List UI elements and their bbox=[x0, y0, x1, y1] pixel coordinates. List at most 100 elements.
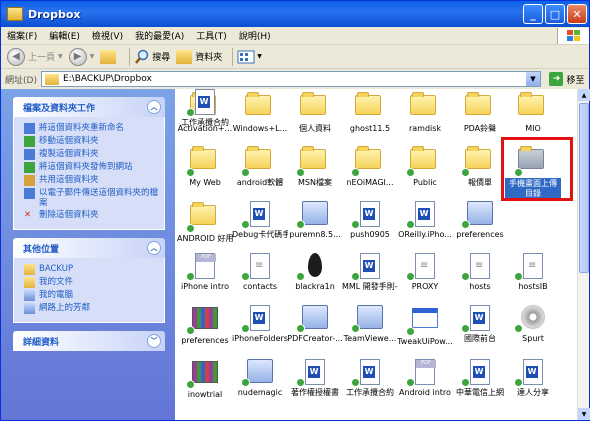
toolbar: ◀ 上一頁 ▼ ▶ ▼ 搜尋 資料夾 ▼ bbox=[1, 45, 589, 69]
collapse-icon[interactable]: ︿ bbox=[147, 241, 161, 255]
place-item[interactable]: 網路上的芳鄰 bbox=[24, 303, 158, 314]
file-item[interactable]: 達人分享 bbox=[505, 359, 561, 398]
file-item[interactable]: Android intro bbox=[397, 359, 453, 398]
file-item[interactable]: 國際前台 bbox=[452, 305, 508, 344]
sync-check-icon bbox=[461, 272, 470, 281]
file-item[interactable]: Windows+L... bbox=[232, 91, 288, 134]
forward-button[interactable]: ▶ ▼ bbox=[68, 47, 95, 66]
search-button[interactable]: 搜尋 bbox=[134, 49, 170, 65]
file-item[interactable]: hosts bbox=[452, 253, 508, 292]
chevron-down-icon[interactable]: ▼ bbox=[526, 72, 540, 86]
place-label: 我的文件 bbox=[39, 277, 74, 287]
scroll-down-button[interactable]: ▼ bbox=[578, 408, 590, 420]
text-file-icon bbox=[514, 253, 548, 281]
file-label: TweakUiPow... bbox=[397, 337, 453, 346]
sync-check-icon bbox=[186, 108, 195, 117]
collapse-icon[interactable]: ︿ bbox=[147, 100, 161, 114]
file-item[interactable]: puremn8.5... bbox=[287, 201, 343, 240]
sync-check-icon bbox=[461, 220, 470, 229]
chevron-down-icon[interactable]: ▼ bbox=[90, 53, 95, 60]
file-item[interactable]: preferences bbox=[177, 305, 233, 346]
file-item[interactable]: MIO bbox=[505, 91, 561, 134]
views-icon bbox=[237, 50, 255, 63]
panel-header[interactable]: 詳細資料 ﹀ bbox=[13, 331, 165, 351]
title-bar[interactable]: Dropbox _ □ ✕ bbox=[1, 1, 589, 27]
file-item[interactable]: PDA鈴聲 bbox=[452, 91, 508, 134]
back-button[interactable]: ◀ 上一頁 ▼ bbox=[7, 47, 63, 66]
maximize-button[interactable]: □ bbox=[545, 4, 565, 24]
file-item[interactable]: MSN檔案 bbox=[287, 145, 343, 188]
folders-label: 資料夾 bbox=[195, 53, 223, 63]
file-item[interactable]: android軟體 bbox=[232, 145, 288, 188]
file-item[interactable]: 工作承攬合約 bbox=[342, 359, 398, 398]
file-item[interactable]: Public bbox=[397, 145, 453, 188]
panel-title: 詳細資料 bbox=[23, 337, 60, 348]
file-item[interactable]: Debug卡代碼手冊 bbox=[232, 201, 288, 240]
task-pane: 檔案及資料夾工作 ︿ 將這個資料夾重新命名 移動這個資料夾 複製這個資料夾 將這個資料… bbox=[1, 89, 175, 420]
file-item[interactable]: ANDROID 好用軟體200... bbox=[177, 201, 233, 244]
chevron-down-icon[interactable]: ▼ bbox=[58, 53, 63, 60]
task-item[interactable]: 將這個資料夾重新命名 bbox=[24, 123, 158, 134]
word-document-icon bbox=[351, 359, 385, 387]
file-item[interactable]: TweakUiPow... bbox=[397, 305, 453, 347]
file-item[interactable]: blackra1n bbox=[287, 253, 343, 292]
menu-favorites[interactable]: 我的最愛(A) bbox=[129, 29, 190, 42]
panel-header[interactable]: 檔案及資料夾工作 ︿ bbox=[13, 97, 165, 117]
file-item[interactable]: My Web bbox=[177, 145, 233, 188]
close-button[interactable]: ✕ bbox=[567, 4, 587, 24]
file-item[interactable]: PROXY bbox=[397, 253, 453, 292]
task-item[interactable]: 移動這個資料夾 bbox=[24, 136, 158, 147]
file-item[interactable]: PDFCreator-... bbox=[287, 305, 343, 344]
file-item[interactable]: contacts bbox=[232, 253, 288, 292]
menu-file[interactable]: 檔案(F) bbox=[1, 29, 43, 42]
file-label: contacts bbox=[242, 282, 278, 291]
place-item[interactable]: BACKUP bbox=[24, 264, 158, 275]
file-item[interactable]: push0905 bbox=[342, 201, 398, 240]
chevron-down-icon[interactable]: ▼ bbox=[257, 53, 262, 60]
place-item[interactable]: 我的文件 bbox=[24, 277, 158, 288]
file-item[interactable]: TeamViewe... bbox=[342, 305, 398, 344]
file-item[interactable]: OReilly.iPho... bbox=[397, 201, 453, 240]
application-icon bbox=[461, 201, 495, 229]
file-item[interactable]: hostsIB bbox=[505, 253, 561, 292]
menu-view[interactable]: 檢視(V) bbox=[86, 29, 129, 42]
menu-help[interactable]: 說明(H) bbox=[233, 29, 277, 42]
menu-tools[interactable]: 工具(T) bbox=[190, 29, 233, 42]
file-item[interactable]: inowtrial bbox=[177, 359, 233, 400]
address-input[interactable]: E:\BACKUP\Dropbox ▼ bbox=[40, 71, 541, 87]
file-item[interactable]: 著作權授權書 bbox=[287, 359, 343, 398]
scrollbar-thumb[interactable] bbox=[579, 103, 589, 273]
file-item[interactable]: nudemagic bbox=[232, 359, 288, 398]
file-item[interactable]: 中華電信上網 bbox=[452, 359, 508, 398]
file-label: PDA鈴聲 bbox=[463, 124, 497, 133]
task-item[interactable]: 以電子郵件傳送這個資料夾的檔案 bbox=[24, 188, 158, 208]
task-item[interactable]: 共用這個資料夾 bbox=[24, 175, 158, 186]
task-item[interactable]: 複製這個資料夾 bbox=[24, 149, 158, 160]
file-item[interactable]: 個人資料 bbox=[287, 91, 343, 134]
go-button[interactable]: ➜ 移至 bbox=[545, 72, 589, 86]
sync-check-icon bbox=[241, 272, 250, 281]
views-button[interactable]: ▼ bbox=[237, 50, 262, 64]
vertical-scrollbar[interactable]: ▲ ▼ bbox=[577, 89, 590, 420]
place-item[interactable]: 我的電腦 bbox=[24, 290, 158, 301]
file-item[interactable]: MML 開發手則-20091217 bbox=[342, 253, 398, 292]
panel-header[interactable]: 其他位置 ︿ bbox=[13, 238, 165, 258]
folders-button[interactable]: 資料夾 bbox=[176, 49, 223, 64]
file-item[interactable]: 報價單 bbox=[452, 145, 508, 188]
scroll-up-button[interactable]: ▲ bbox=[578, 89, 590, 101]
menu-edit[interactable]: 編輯(E) bbox=[43, 29, 86, 42]
minimize-button[interactable]: _ bbox=[523, 4, 543, 24]
file-item[interactable]: ramdisk bbox=[397, 91, 453, 134]
task-item[interactable]: 將這個資料夾發佈到網站 bbox=[24, 162, 158, 173]
file-label: TeamViewe... bbox=[343, 334, 397, 343]
file-item[interactable]: 工作承攬合約 bbox=[177, 89, 233, 128]
up-folder-button[interactable] bbox=[100, 49, 119, 64]
file-item[interactable]: Spurt bbox=[505, 305, 561, 344]
expand-icon[interactable]: ﹀ bbox=[147, 334, 161, 348]
file-item[interactable]: ghost11.5 bbox=[342, 91, 398, 134]
task-item[interactable]: ✕ 刪除這個資料夾 bbox=[24, 210, 158, 221]
file-item[interactable]: iPhone intro bbox=[177, 253, 233, 292]
file-item[interactable]: nEOiMAGI... bbox=[342, 145, 398, 188]
file-item[interactable]: iPhoneFolders bbox=[232, 305, 288, 344]
file-item[interactable]: preferences bbox=[452, 201, 508, 240]
